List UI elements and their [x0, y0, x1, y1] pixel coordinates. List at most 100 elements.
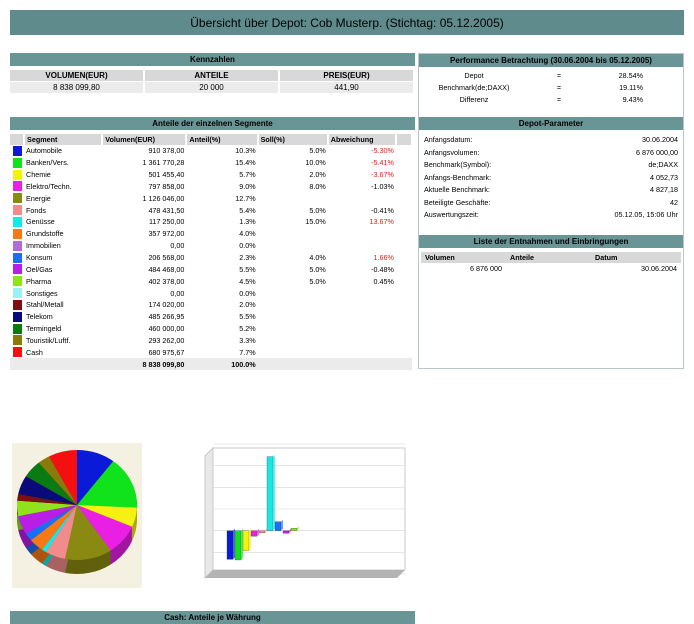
segment-name: Pharma	[26, 276, 52, 286]
segment-name: Banken/Vers.	[26, 158, 69, 168]
segment-row: Energie 1 126 046,00 12.7%	[10, 192, 412, 204]
param-value: de;DAXX	[648, 160, 678, 169]
ent-col-volumen: Volumen	[425, 252, 455, 262]
kennzahlen-panel: Kennzahlen VOLUMEN(EUR) ANTEILE PREIS(EU…	[10, 53, 415, 93]
bar-chart-bar	[234, 530, 242, 561]
bar-chart-bar	[250, 530, 258, 537]
bar-chart-side-wall	[204, 446, 214, 580]
segment-blank	[396, 216, 412, 228]
segment-anteil: 7.7%	[239, 347, 256, 357]
bar-chart-bar-side	[249, 528, 251, 551]
segment-swatch-box	[13, 157, 22, 168]
segment-color-swatch	[10, 157, 24, 169]
segment-blank	[396, 181, 412, 193]
segment-swatch-box	[13, 205, 22, 216]
segment-blank	[396, 192, 412, 204]
segment-volumen: 1 361 770,28	[142, 158, 185, 168]
performance-row: Benchmark(de;DAXX) = 19.11%	[419, 82, 683, 94]
segment-row: Termingeld 460 000,00 5.2%	[10, 323, 412, 335]
segment-blank	[396, 228, 412, 240]
segment-swatch-box	[13, 169, 22, 180]
ent-volumen: 6 876 000	[470, 263, 502, 273]
segment-soll: 8.0%	[309, 181, 326, 191]
perf-label: Differenz	[459, 95, 489, 104]
segment-swatch-box	[13, 264, 22, 275]
segment-volumen: 357 972,00	[148, 229, 185, 239]
segment-swatch-box	[13, 240, 22, 251]
segment-volumen: 402 378,00	[148, 276, 185, 286]
segment-soll: 4.0%	[309, 253, 326, 263]
kennzahlen-header: Kennzahlen	[10, 53, 415, 66]
segment-row: Genüsse 117 250,00 1.3% 15.0% 13.67%	[10, 216, 412, 228]
segment-abweichung	[328, 311, 396, 323]
segment-swatch-box	[13, 335, 22, 346]
segment-color-swatch	[10, 181, 24, 193]
segment-swatch-box	[13, 288, 22, 299]
segment-name: Konsum	[26, 253, 53, 263]
segment-anteil: 10.3%	[235, 146, 256, 156]
segment-row: Sonstiges 0,00 0.0%	[10, 287, 412, 299]
bar-chart-bar-side	[241, 528, 243, 560]
bar-chart-bar-side	[273, 454, 275, 531]
segment-name: Immobilien	[26, 241, 61, 251]
segment-color-swatch	[10, 275, 24, 287]
segment-row: Elektro/Techn. 797 858,00 9.0% 8.0% -1.03%	[10, 181, 412, 193]
segment-color-swatch	[10, 169, 24, 181]
segment-soll	[258, 299, 328, 311]
segment-name: Touristik/Luftf.	[26, 335, 71, 345]
parameter-header: Depot-Parameter	[419, 117, 683, 130]
segment-name: Fonds	[26, 205, 47, 215]
perf-label: Depot	[464, 71, 484, 80]
ent-anteile	[506, 263, 591, 274]
segment-swatch-box	[13, 299, 22, 310]
segments-panel: Anteile der einzelnen Segmente Segment V…	[10, 117, 415, 371]
segment-blank	[396, 299, 412, 311]
total-volumen: 8 838 099,80	[102, 358, 187, 371]
segment-blank	[396, 240, 412, 252]
segment-volumen: 484 468,00	[148, 264, 185, 274]
segment-abweichung: -5.41%	[371, 158, 394, 168]
segment-blank	[396, 346, 412, 358]
segment-soll	[258, 228, 328, 240]
segment-anteil: 9.0%	[239, 181, 256, 191]
kz-col-volumen: VOLUMEN(EUR)	[10, 70, 145, 81]
segment-volumen: 910 378,00	[148, 146, 185, 156]
segment-abweichung	[328, 299, 396, 311]
segment-blank	[396, 275, 412, 287]
segment-row: Stahl/Metall 174 020,00 2.0%	[10, 299, 412, 311]
segments-total-row: 8 838 099,80 100.0%	[10, 358, 412, 371]
bar-chart	[195, 443, 413, 588]
segment-abweichung: 1.66%	[373, 253, 394, 263]
param-value: 30.06.2004	[642, 135, 678, 144]
segment-volumen: 293 262,00	[148, 335, 185, 345]
param-value: 4 052,73	[650, 172, 678, 182]
segment-row: Immobilien 0,00 0.0%	[10, 240, 412, 252]
segment-anteil: 0.0%	[239, 288, 256, 298]
segment-anteil: 2.0%	[239, 300, 256, 310]
seg-col-blank	[395, 134, 414, 145]
bar-chart-bar	[266, 456, 274, 531]
segment-soll: 2.0%	[309, 170, 326, 180]
segment-color-swatch	[10, 252, 24, 264]
segment-soll	[258, 192, 328, 204]
segment-soll: 5.0%	[309, 205, 326, 215]
segment-blank	[396, 145, 412, 157]
segment-anteil: 4.0%	[239, 229, 256, 239]
perf-value: 19.11%	[619, 83, 643, 92]
parameter-row: Benchmark(Symbol): de;DAXX	[419, 159, 683, 172]
bar-chart-bar-side	[233, 528, 235, 560]
segment-color-swatch	[10, 204, 24, 216]
parameter-row: Aktuelle Benchmark: 4 827,18	[419, 184, 683, 197]
performance-header: Performance Betrachtung (30.06.2004 bis …	[419, 54, 683, 67]
param-label: Auswertungszeit:	[424, 210, 479, 219]
bar-chart-bar	[258, 530, 266, 534]
segment-swatch-box	[13, 216, 22, 227]
parameter-body: Anfangsdatum: 30.06.2004 Anfangsvolumen: 6 …	[419, 134, 683, 222]
segment-volumen: 206 568,00	[148, 253, 185, 263]
segment-color-swatch	[10, 346, 24, 358]
segment-swatch-box	[13, 193, 22, 204]
segment-volumen: 1 126 046,00	[142, 193, 185, 203]
param-label: Beteiligte Geschäfte:	[424, 197, 491, 207]
kz-val-preis: 441,90	[280, 82, 415, 93]
segment-soll: 5.0%	[309, 264, 326, 274]
